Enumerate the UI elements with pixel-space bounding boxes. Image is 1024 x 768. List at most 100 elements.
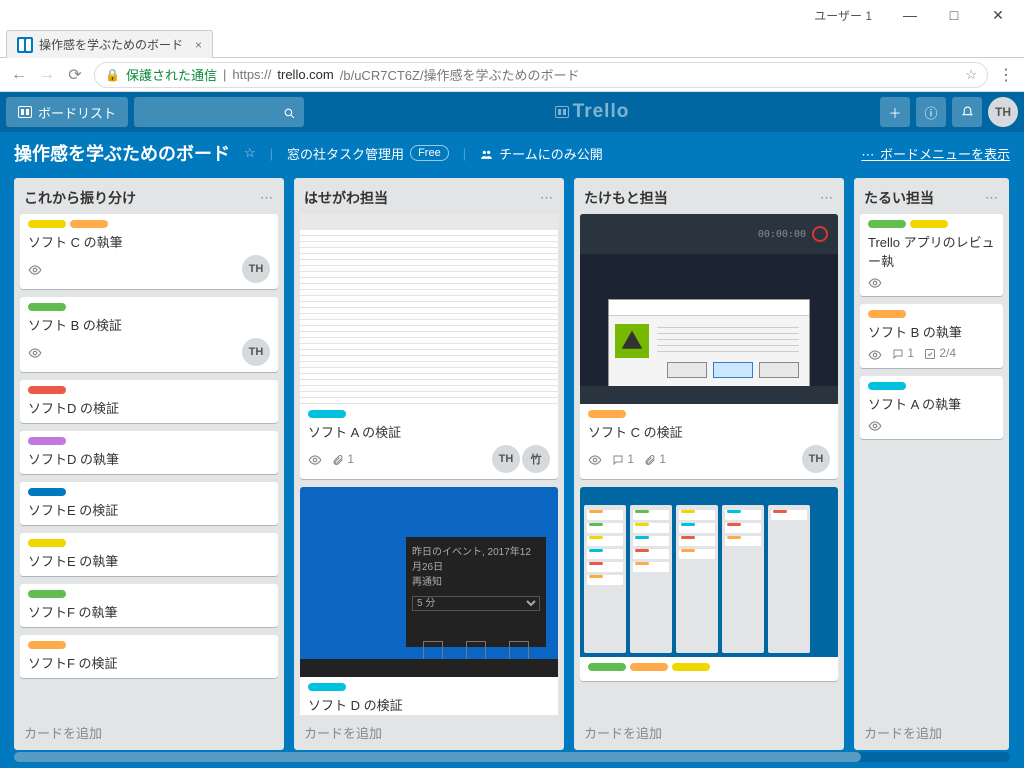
watch-icon bbox=[868, 345, 882, 361]
card-badges: 1 2/4 bbox=[868, 345, 995, 361]
member-avatar[interactable]: TH bbox=[242, 338, 270, 366]
nav-reload-icon[interactable]: ⟳ bbox=[66, 65, 84, 85]
card[interactable]: ソフトF の検証 bbox=[20, 635, 278, 678]
address-bar: ← → ⟳ 🔒 保護された通信 | https://trello.com/b/u… bbox=[0, 58, 1024, 92]
window-titlebar: ユーザー 1 — □ ✕ bbox=[0, 0, 1024, 30]
card[interactable]: ソフト A の検証 1TH竹 bbox=[300, 214, 558, 479]
card-labels bbox=[868, 310, 995, 318]
card-cover bbox=[580, 487, 838, 657]
list-title[interactable]: はせがわ担当 bbox=[304, 188, 540, 208]
card-label bbox=[28, 539, 66, 547]
app-logo[interactable]: Trello bbox=[310, 101, 874, 123]
card-badges bbox=[868, 417, 995, 433]
url-box[interactable]: 🔒 保護された通信 | https://trello.com/b/uCR7CT6… bbox=[94, 62, 988, 88]
card-label bbox=[868, 382, 906, 390]
card[interactable]: ソフトE の執筆 bbox=[20, 533, 278, 576]
list-menu-icon[interactable]: ⋯ bbox=[260, 190, 274, 206]
team-icon bbox=[480, 145, 493, 160]
url-path: /b/uCR7CT6Z/操作感を学ぶためのボード bbox=[340, 65, 580, 84]
visibility-button[interactable]: チームにのみ公開 bbox=[480, 144, 603, 163]
watch-icon bbox=[308, 451, 322, 467]
card-label bbox=[28, 488, 66, 496]
logo-icon bbox=[555, 106, 569, 118]
watch-icon bbox=[868, 274, 882, 290]
card-title: ソフト B の執筆 bbox=[868, 322, 995, 341]
card[interactable]: ソフト C の執筆TH bbox=[20, 214, 278, 289]
card[interactable]: 昨日のイベント, 2017年12月26日再通知5 分ソフト D の検証 bbox=[300, 487, 558, 715]
card-badges: TH bbox=[28, 255, 270, 283]
search-input[interactable] bbox=[134, 97, 304, 127]
browser-tab[interactable]: 操作感を学ぶためのボード × bbox=[6, 30, 213, 58]
card-labels bbox=[868, 220, 995, 228]
add-card-button[interactable]: カードを追加 bbox=[574, 715, 844, 750]
window-minimize[interactable]: — bbox=[888, 1, 932, 29]
board-canvas[interactable]: これから振り分け⋯ソフト C の執筆THソフト B の検証THソフトD の検証ソ… bbox=[0, 174, 1024, 750]
card[interactable]: ソフトF の執筆 bbox=[20, 584, 278, 627]
list-title[interactable]: たるい担当 bbox=[864, 188, 985, 208]
board-list-button[interactable]: ボードリスト bbox=[6, 97, 128, 127]
card[interactable]: ソフトD の執筆 bbox=[20, 431, 278, 474]
nav-back-icon[interactable]: ← bbox=[10, 66, 28, 84]
comments-badge: 1 bbox=[612, 452, 634, 466]
list-menu-icon[interactable]: ⋯ bbox=[540, 190, 554, 206]
member-avatar[interactable]: TH bbox=[242, 255, 270, 283]
card[interactable]: ソフト B の検証 TH bbox=[20, 297, 278, 372]
attachment-badge: 1 bbox=[332, 452, 354, 466]
card-labels bbox=[28, 539, 270, 547]
card[interactable]: ソフトD の検証 bbox=[20, 380, 278, 423]
card[interactable]: ソフトE の検証 bbox=[20, 482, 278, 525]
card[interactable] bbox=[580, 487, 838, 681]
card[interactable]: ソフト B の執筆 1 2/4 bbox=[860, 304, 1003, 367]
card-title: Trello アプリのレビュー執 bbox=[868, 232, 995, 270]
add-card-button[interactable]: カードを追加 bbox=[294, 715, 564, 750]
card-title: ソフト B の検証 bbox=[28, 315, 270, 334]
list-cards: ソフト C の執筆THソフト B の検証THソフトD の検証ソフトD の執筆ソフ… bbox=[14, 214, 284, 715]
card[interactable]: Trello アプリのレビュー執 bbox=[860, 214, 1003, 296]
list-title[interactable]: これから振り分け bbox=[24, 188, 260, 208]
member-avatar[interactable]: 竹 bbox=[522, 445, 550, 473]
browser-menu-icon[interactable]: ⋮ bbox=[998, 65, 1014, 85]
card-label bbox=[70, 220, 108, 228]
create-button[interactable]: ＋ bbox=[880, 97, 910, 127]
card-label bbox=[588, 663, 626, 671]
member-avatar[interactable]: TH bbox=[802, 445, 830, 473]
free-badge: Free bbox=[410, 145, 449, 161]
list-menu-icon[interactable]: ⋯ bbox=[985, 190, 999, 206]
card-label bbox=[868, 310, 906, 318]
card-labels bbox=[28, 590, 270, 598]
window-close[interactable]: ✕ bbox=[976, 1, 1020, 29]
member-avatar[interactable]: TH bbox=[492, 445, 520, 473]
card-title: ソフトF の執筆 bbox=[28, 602, 270, 621]
horizontal-scrollbar[interactable] bbox=[14, 752, 1010, 762]
list-title[interactable]: たけもと担当 bbox=[584, 188, 820, 208]
card[interactable]: ソフト A の執筆 bbox=[860, 376, 1003, 439]
window-user: ユーザー 1 bbox=[814, 7, 872, 24]
user-avatar[interactable]: TH bbox=[988, 97, 1018, 127]
card-title: ソフトE の検証 bbox=[28, 500, 270, 519]
card-badges bbox=[868, 274, 995, 290]
card-label bbox=[28, 641, 66, 649]
card-labels bbox=[28, 437, 270, 445]
board-title[interactable]: 操作感を学ぶためのボード bbox=[14, 140, 230, 166]
tab-close-icon[interactable]: × bbox=[195, 38, 202, 52]
add-card-button[interactable]: カードを追加 bbox=[14, 715, 284, 750]
card-title: ソフト C の検証 bbox=[588, 422, 830, 441]
window-maximize[interactable]: □ bbox=[932, 1, 976, 29]
board-star-icon[interactable]: ☆ bbox=[244, 145, 256, 161]
card-label bbox=[588, 410, 626, 418]
nav-forward-icon: → bbox=[38, 66, 56, 84]
list-cards: ソフト A の検証 1TH竹昨日のイベント, 2017年12月26日再通知5 分… bbox=[294, 214, 564, 715]
card[interactable]: 00:00:00ソフト C の検証 1 1TH bbox=[580, 214, 838, 479]
bookmark-star-icon[interactable]: ☆ bbox=[965, 67, 977, 83]
show-menu-button[interactable]: ⋯ ボードメニューを表示 bbox=[861, 144, 1010, 163]
add-card-button[interactable]: カードを追加 bbox=[854, 715, 1009, 750]
search-icon bbox=[283, 104, 296, 119]
info-button[interactable]: ⓘ bbox=[916, 97, 946, 127]
card-label bbox=[672, 663, 710, 671]
team-name[interactable]: 窓の社タスク管理用 Free bbox=[287, 144, 449, 163]
notifications-button[interactable] bbox=[952, 97, 982, 127]
lock-icon: 🔒 bbox=[105, 68, 120, 82]
card-title: ソフトE の執筆 bbox=[28, 551, 270, 570]
list-menu-icon[interactable]: ⋯ bbox=[820, 190, 834, 206]
list-header: これから振り分け⋯ bbox=[14, 178, 284, 214]
